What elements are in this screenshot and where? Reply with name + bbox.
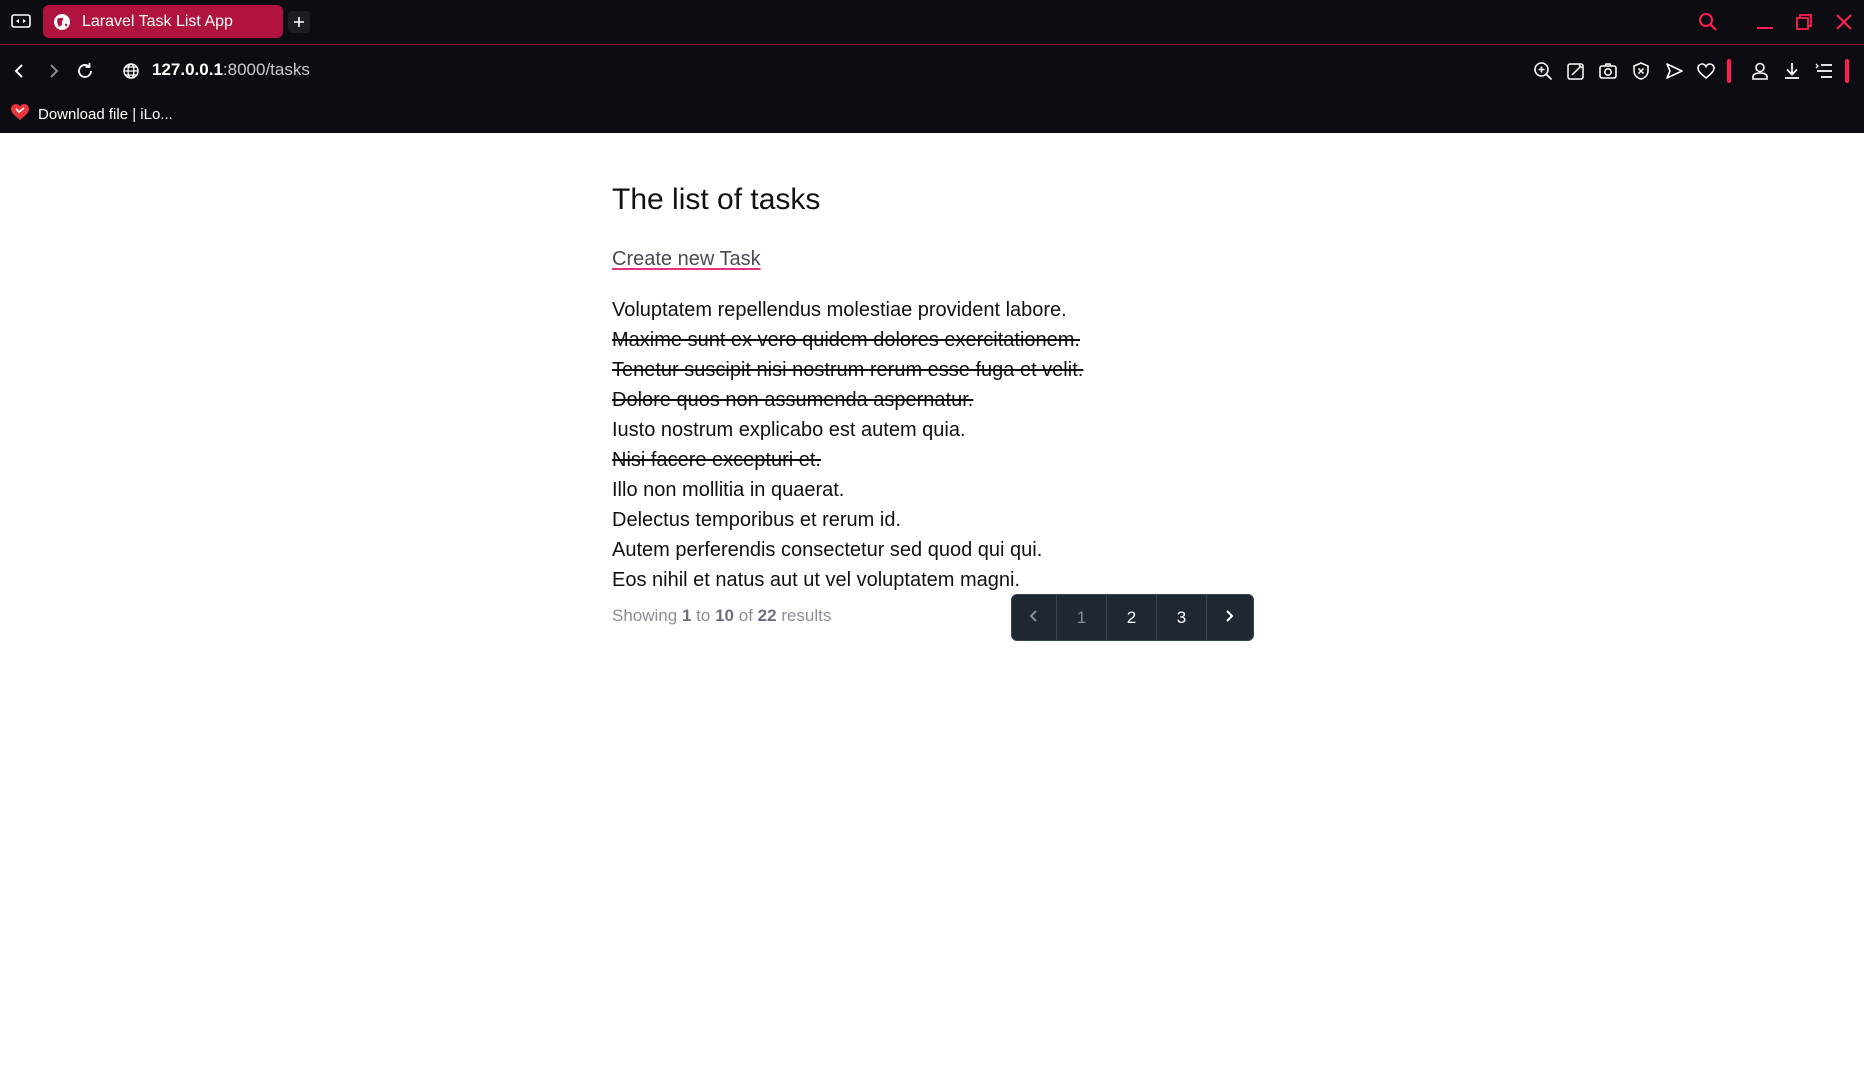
chevron-left-icon — [1028, 608, 1040, 628]
page-title: The list of tasks — [612, 183, 821, 216]
task-item[interactable]: Eos nihil et natus aut ut vel voluptatem… — [612, 565, 1083, 595]
active-tab[interactable]: Laravel Task List App — [43, 5, 283, 38]
url-path: :8000/tasks — [222, 60, 310, 79]
sidebar-accent — [1727, 59, 1731, 83]
pagination: 1 2 3 — [1011, 594, 1254, 641]
back-button[interactable] — [8, 59, 32, 83]
reload-button[interactable] — [73, 59, 97, 83]
zoom-icon[interactable] — [1531, 59, 1555, 83]
page-2-button[interactable]: 2 — [1107, 595, 1157, 640]
showing-prefix: Showing — [612, 606, 678, 625]
tab-bar: Laravel Task List App — [0, 0, 1864, 45]
task-list: Voluptatem repellendus molestiae provide… — [612, 295, 1083, 595]
url-field[interactable]: 127.0.0.1:8000/tasks — [152, 60, 310, 80]
send-icon[interactable] — [1662, 59, 1686, 83]
new-tab-button[interactable] — [288, 11, 310, 33]
results-total: 22 — [757, 606, 777, 625]
camera-icon[interactable] — [1596, 59, 1620, 83]
task-item[interactable]: Delectus temporibus et rerum id. — [612, 505, 1083, 535]
bookmark-label: Download file | iLo... — [38, 105, 173, 123]
site-info-icon[interactable] — [119, 59, 143, 83]
create-task-link[interactable]: Create new Task — [612, 248, 761, 271]
heart-bookmark-icon — [10, 103, 30, 126]
bookmark-item[interactable]: Download file | iLo... — [10, 101, 173, 127]
task-item[interactable]: Iusto nostrum explicabo est autem quia. — [612, 415, 1083, 445]
results-summary: Showing 1 to 10 of 22 results — [612, 606, 831, 626]
tab-title: Laravel Task List App — [82, 12, 233, 30]
globe-icon — [53, 13, 71, 31]
task-item[interactable]: Dolore quos non assumenda aspernatur. — [612, 385, 1083, 415]
previous-page-button[interactable] — [1012, 595, 1057, 640]
of-word: of — [738, 606, 753, 625]
task-item[interactable]: Illo non mollitia in quaerat. — [612, 475, 1083, 505]
profile-icon[interactable] — [1748, 59, 1772, 83]
bookmarks-bar: Download file | iLo... — [0, 98, 1864, 133]
close-button[interactable] — [1831, 10, 1857, 34]
task-item[interactable]: Voluptatem repellendus molestiae provide… — [612, 295, 1083, 325]
pen-edit-icon[interactable] — [1564, 59, 1588, 83]
heart-icon[interactable] — [1694, 59, 1718, 83]
results-suffix: results — [781, 606, 832, 625]
minimize-button[interactable] — [1752, 10, 1778, 34]
forward-button[interactable] — [41, 59, 65, 83]
task-item[interactable]: Autem perferendis consectetur sed quod q… — [612, 535, 1083, 565]
adblock-shield-icon[interactable] — [1629, 59, 1653, 83]
menu-icon[interactable] — [1812, 59, 1836, 83]
results-from: 1 — [681, 606, 692, 625]
tab-menu-icon[interactable] — [10, 12, 32, 30]
next-page-button[interactable] — [1207, 595, 1251, 640]
to-word: to — [696, 606, 711, 625]
address-bar: 127.0.0.1:8000/tasks — [0, 44, 1864, 98]
task-item[interactable]: Tenetur suscipit nisi nostrum rerum esse… — [612, 355, 1083, 385]
task-item[interactable]: Nisi facere excepturi et. — [612, 445, 1083, 475]
search-icon[interactable] — [1695, 10, 1721, 34]
menu-accent — [1845, 59, 1849, 83]
download-icon[interactable] — [1780, 59, 1804, 83]
results-to: 10 — [715, 606, 734, 625]
url-host: 127.0.0.1 — [152, 60, 223, 79]
browser-chrome: Laravel Task List App 127.0.0.1:8000/tas… — [0, 0, 1864, 133]
restore-button[interactable] — [1791, 10, 1817, 34]
page-3-button[interactable]: 3 — [1157, 595, 1207, 640]
chevron-right-icon — [1223, 608, 1235, 628]
task-item[interactable]: Maxime sunt ex vero quidem dolores exerc… — [612, 325, 1083, 355]
page-1-button[interactable]: 1 — [1057, 595, 1107, 640]
